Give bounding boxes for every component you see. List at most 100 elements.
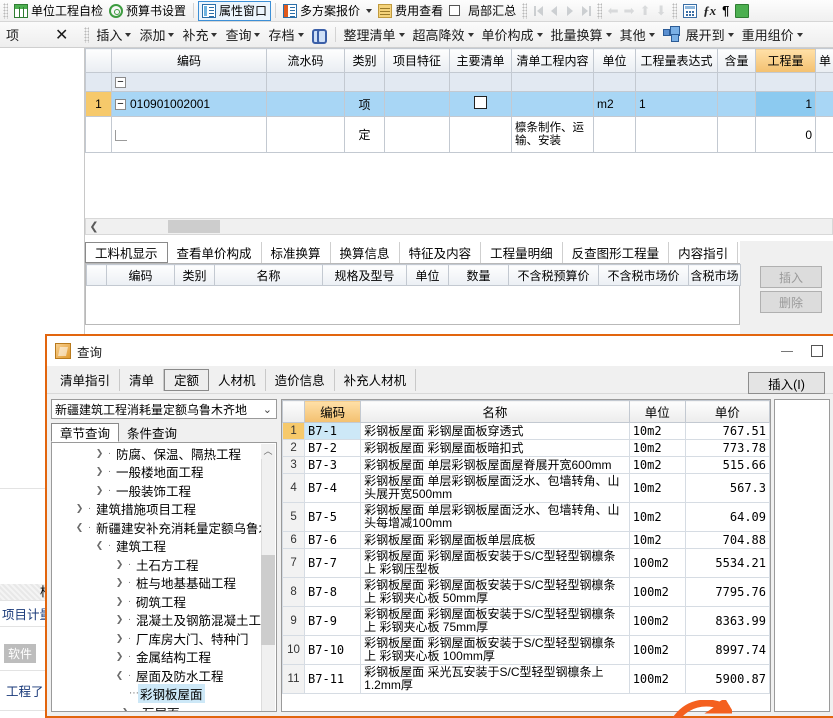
last-record-icon[interactable] <box>578 3 594 19</box>
cell-price[interactable]: 5900.87 <box>684 664 770 694</box>
cell-unit[interactable]: 100m2 <box>628 664 686 694</box>
cell-name[interactable]: 彩钢板屋面 单层彩钢板屋面泛水、包墙转角、山头展开宽500mm <box>360 473 630 503</box>
close-icon[interactable]: ✕ <box>49 24 74 46</box>
menu-batch-conversion[interactable]: 批量换算 <box>547 24 616 46</box>
table-row[interactable]: 9 B7-9 彩钢板屋面 彩钢屋面板安装于S/C型轻型钢檩条上 彩钢夹心板 75… <box>282 606 770 636</box>
tree-node-selected[interactable]: ⋯ 彩钢板屋面 <box>54 684 260 704</box>
quota-library-dropdown[interactable]: 新疆建筑工程消耗量定额乌鲁木齐地 ⌄ <box>51 399 277 419</box>
first-record-icon[interactable] <box>530 3 546 19</box>
bcol-header-unit[interactable]: 单位 <box>406 264 449 286</box>
cell-unit[interactable]: 10m2 <box>628 439 686 457</box>
table-row[interactable]: 11 B7-11 彩钢板屋面 采光瓦安装于S/C型轻型钢檩条上1.2mm厚 10… <box>282 664 770 694</box>
cell-name[interactable]: 彩钢板屋面 彩钢屋面板穿透式 <box>360 422 630 440</box>
chevron-down-icon[interactable] <box>211 32 218 37</box>
tab-list-guide[interactable]: 清单指引 <box>51 368 121 391</box>
chevron-down-icon[interactable] <box>467 32 474 37</box>
bcol-header-spec[interactable]: 规格及型号 <box>322 264 407 286</box>
cell-code[interactable] <box>111 116 267 153</box>
bcol-header-code[interactable]: 编码 <box>106 264 175 286</box>
col-header-feature[interactable]: 项目特征 <box>384 48 450 73</box>
col-header-blank[interactable] <box>85 48 112 73</box>
cell-category[interactable]: 定 <box>344 116 385 153</box>
bcol-header-name[interactable]: 名称 <box>214 264 323 286</box>
col-header-partial[interactable]: 单 <box>815 48 833 73</box>
tab-labor-material-machine[interactable]: 人材机 <box>209 368 266 391</box>
tab-cost-info[interactable]: 造价信息 <box>266 368 335 391</box>
toolbar-grip[interactable] <box>3 2 8 19</box>
tab-quota[interactable]: 定额 <box>164 368 210 391</box>
cell-code[interactable]: B7-11 <box>304 664 362 694</box>
cell-price[interactable]: 773.78 <box>684 439 770 457</box>
menu-unit-price-composition[interactable]: 单价构成 <box>478 24 547 46</box>
menu-organize-list[interactable]: 整理清单 <box>340 24 409 46</box>
cell-category[interactable]: 项 <box>344 91 385 117</box>
cell-code[interactable]: B7-7 <box>304 548 362 578</box>
col-header-serial[interactable]: 流水码 <box>266 48 345 73</box>
cell-name[interactable]: 彩钢板屋面 彩钢屋面板安装于S/C型轻型钢檩条上 彩钢夹心板 100mm厚 <box>360 635 630 665</box>
menu-insert[interactable]: 插入 <box>92 24 135 46</box>
menu-query[interactable]: 查询 <box>221 24 264 46</box>
table-row-group[interactable]: − <box>85 72 833 92</box>
cell-price[interactable]: 8997.74 <box>684 635 770 665</box>
bcol-header-quantity[interactable]: 数量 <box>448 264 509 286</box>
tab-quantity-details[interactable]: 工程量明细 <box>481 242 563 263</box>
chevron-down-icon[interactable]: ❮ <box>94 537 105 555</box>
checkbox-icon[interactable] <box>474 96 487 109</box>
table-row[interactable]: 10 B7-10 彩钢板屋面 彩钢屋面板安装于S/C型轻型钢檩条上 彩钢夹心板 … <box>282 635 770 665</box>
menu-expand-to[interactable]: 展开到 <box>682 24 738 46</box>
cell-price[interactable]: 704.88 <box>684 531 770 549</box>
toolbar-button-calculator[interactable] <box>680 1 700 21</box>
col-header-unit[interactable]: 单位 <box>593 48 636 73</box>
chevron-down-icon[interactable] <box>125 32 132 37</box>
table-row[interactable]: 6 B7-6 彩钢板屋面 彩钢屋面板单层底板 10m2 704.88 <box>282 531 770 549</box>
cell-qty[interactable]: 1 <box>755 91 816 117</box>
cell-unit[interactable] <box>593 116 636 153</box>
cell-unit[interactable]: 10m2 <box>628 422 686 440</box>
cell-price[interactable]: 5534.21 <box>684 548 770 578</box>
tab-content-guide[interactable]: 内容指引 <box>669 242 739 263</box>
tree-node[interactable]: ❯ · 一般楼地面工程 <box>54 463 260 482</box>
chevron-right-icon[interactable]: ❯ <box>94 444 105 462</box>
table-row[interactable]: 2 B7-2 彩钢板屋面 彩钢屋面板暗扣式 10m2 773.78 <box>282 439 770 457</box>
col-header-qty-expression[interactable]: 工程量表达式 <box>635 48 718 73</box>
toolbar-button-book[interactable] <box>732 1 752 21</box>
table-row[interactable]: 定 檩条制作、运输、安装 0 <box>85 116 833 153</box>
cell-code[interactable]: B7-1 <box>304 422 362 440</box>
cell-serial[interactable] <box>266 91 345 117</box>
chevron-down-icon[interactable] <box>168 32 175 37</box>
arrow-down-icon[interactable]: ⬇ <box>653 3 669 19</box>
table-row[interactable]: 4 B7-4 彩钢板屋面 单层彩钢板屋面泛水、包墙转角、山头展开宽500mm 1… <box>282 473 770 503</box>
chevron-down-icon[interactable]: ⌄ <box>263 403 272 416</box>
toolbar-button-property-window[interactable]: 属性窗口 <box>198 0 272 21</box>
cell-ratio[interactable] <box>717 116 756 153</box>
cell-ratio[interactable] <box>717 91 756 117</box>
cell-name[interactable]: 彩钢板屋面 彩钢屋面板暗扣式 <box>360 439 630 457</box>
tab-chapter-query[interactable]: 章节查询 <box>51 423 120 442</box>
menu-super-height-reduction[interactable]: 超高降效 <box>409 24 478 46</box>
cell-main-list[interactable] <box>449 91 512 117</box>
qcol-header-blank[interactable] <box>282 400 306 423</box>
tab-conversion-info[interactable]: 换算信息 <box>331 242 400 263</box>
menu-add[interactable]: 添加 <box>135 24 178 46</box>
cell-code[interactable]: B7-3 <box>304 456 362 474</box>
toolbar-button-formula[interactable]: ƒx <box>700 1 719 21</box>
cell-unit[interactable]: 10m2 <box>628 473 686 503</box>
qcol-header-code[interactable]: 编码 <box>304 400 362 423</box>
toolbar-button-budget-settings[interactable]: 预算书设置 <box>106 1 189 21</box>
col-header-main-list[interactable]: 主要清单 <box>449 48 512 73</box>
cell-qty[interactable]: 0 <box>755 116 816 153</box>
expander-icon[interactable]: − <box>115 77 126 89</box>
tree-node[interactable]: ❯·瓦屋面 <box>54 703 260 711</box>
chevron-right-icon[interactable]: ❯ <box>114 648 125 666</box>
cell-expr[interactable]: 1 <box>635 91 718 117</box>
chevron-down-icon[interactable] <box>727 32 734 37</box>
table-row[interactable]: 1 B7-1 彩钢板屋面 彩钢屋面板穿透式 10m2 767.51 <box>282 422 770 440</box>
menu-archive[interactable]: 存档 <box>264 24 307 46</box>
chevron-right-icon[interactable]: ❯ <box>120 703 131 711</box>
toolbar-button-partial-summary[interactable]: 局部汇总 <box>446 1 519 21</box>
cell-price[interactable]: 567.3 <box>684 473 770 503</box>
chevron-down-icon[interactable] <box>297 32 304 37</box>
cell-name[interactable]: 彩钢板屋面 彩钢屋面板安装于S/C型轻型钢檩条上 彩钢夹心板 75mm厚 <box>360 606 630 636</box>
cell-name[interactable]: 彩钢板屋面 采光瓦安装于S/C型轻型钢檩条上1.2mm厚 <box>360 664 630 694</box>
toolbar-button-paragraph[interactable]: ¶ <box>719 1 732 21</box>
